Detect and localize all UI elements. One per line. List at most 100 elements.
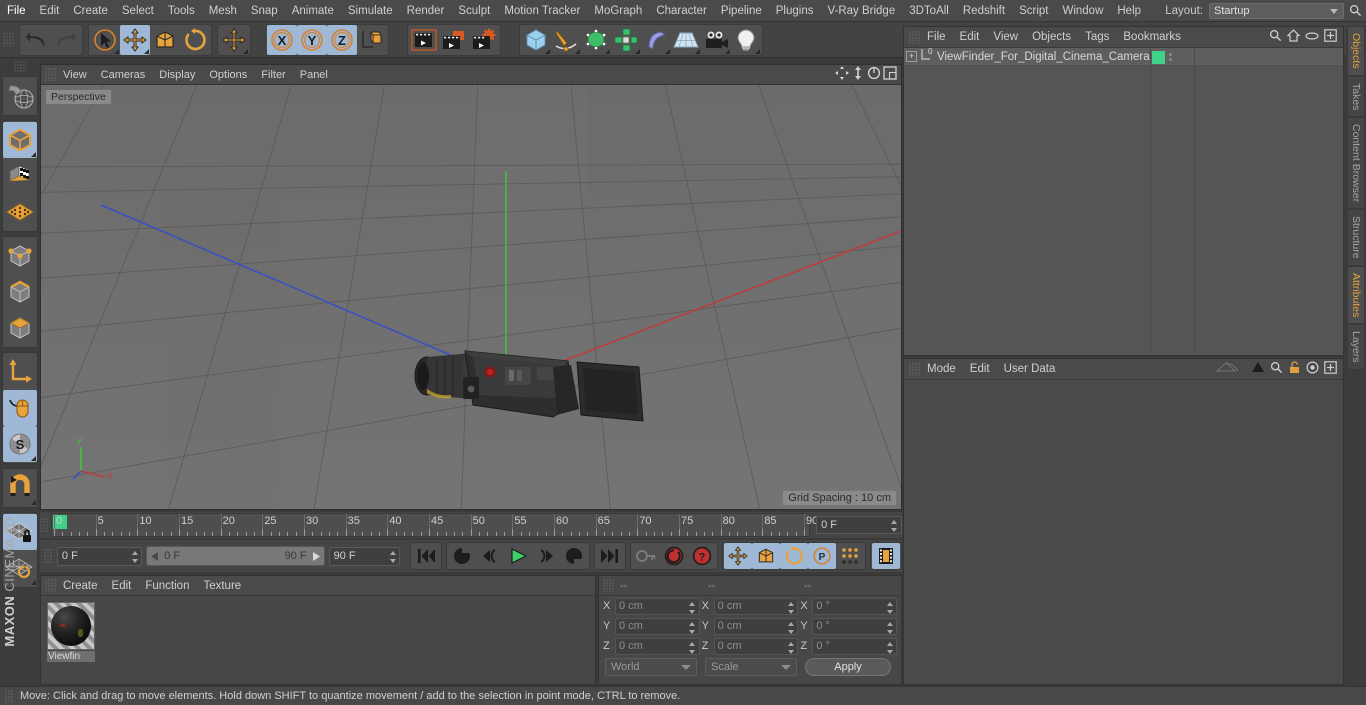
rotation-x-field[interactable]: 0 ° [812, 597, 898, 615]
menu-simulate[interactable]: Simulate [341, 0, 400, 22]
size-y-field[interactable]: 0 cm [713, 617, 799, 635]
enable-axis-button[interactable] [3, 354, 37, 390]
make-editable-button[interactable] [3, 78, 37, 114]
coordinates-grip[interactable] [603, 579, 614, 592]
right-tab-takes[interactable]: Takes [1347, 75, 1365, 118]
menu-select[interactable]: Select [115, 0, 161, 22]
objects-home-icon[interactable] [1286, 29, 1301, 45]
viewport-menu-cameras[interactable]: Cameras [94, 65, 153, 85]
move-axis-button[interactable] [219, 25, 249, 55]
objects-ellipse-icon[interactable] [1305, 31, 1319, 44]
stepper-icon[interactable] [886, 641, 893, 654]
menu-create[interactable]: Create [66, 0, 115, 22]
menu-motion-tracker[interactable]: Motion Tracker [497, 0, 587, 22]
attributes-target-icon[interactable] [1306, 361, 1319, 377]
attributes-pin-up-icon[interactable] [1251, 361, 1265, 377]
right-tab-structure[interactable]: Structure [1347, 209, 1365, 266]
stepper-icon[interactable] [689, 601, 696, 614]
rotation-y-field[interactable]: 0 ° [812, 617, 898, 635]
add-nurbs-button[interactable] [581, 25, 611, 55]
objects-menu-edit[interactable]: Edit [953, 26, 987, 48]
object-row[interactable]: + 0 ViewFinder_For_Digital_Cinema_Camera [904, 47, 1343, 66]
layout-dropdown[interactable]: Startup [1209, 2, 1344, 19]
apply-button[interactable]: Apply [805, 658, 891, 676]
materials-menu-edit[interactable]: Edit [105, 575, 139, 597]
objects-expand-icon[interactable] [1324, 29, 1337, 45]
global-search-icon[interactable] [1344, 0, 1366, 22]
stepper-icon[interactable] [886, 601, 893, 614]
move-tool-button[interactable] [120, 24, 150, 55]
materials-menu-function[interactable]: Function [138, 575, 196, 597]
materials-body[interactable]: Viewfin [41, 596, 595, 668]
object-visibility-dots[interactable] [1169, 53, 1172, 61]
objects-search-icon[interactable] [1269, 29, 1282, 45]
object-material-tag[interactable] [1152, 50, 1165, 64]
menu-character[interactable]: Character [649, 0, 714, 22]
max-frame-field[interactable]: 90 F [328, 546, 400, 566]
attributes-menu-edit[interactable]: Edit [963, 358, 997, 380]
attributes-grip[interactable] [909, 362, 920, 376]
keyframe-selection-button[interactable]: ? [688, 543, 716, 569]
viewport-dolly-icon[interactable] [851, 66, 865, 83]
record-position-button[interactable] [724, 543, 752, 569]
menu-file[interactable]: File [0, 0, 33, 22]
menu-render[interactable]: Render [400, 0, 452, 22]
statusbar-grip[interactable] [5, 689, 14, 703]
attributes-menu-user-data[interactable]: User Data [997, 358, 1063, 380]
soft-selection-button[interactable]: S [3, 426, 37, 462]
lock-z-button[interactable]: Z [327, 24, 357, 55]
objects-menu-objects[interactable]: Objects [1025, 26, 1078, 48]
stepper-icon[interactable] [689, 641, 696, 654]
menu-help[interactable]: Help [1110, 0, 1148, 22]
render-view-button[interactable] [409, 25, 439, 55]
materials-menu-create[interactable]: Create [56, 575, 105, 597]
menu-3dtoall[interactable]: 3DToAll [902, 0, 956, 22]
attributes-body[interactable] [904, 380, 1343, 684]
autokeying-button[interactable] [660, 543, 688, 569]
undo-button[interactable] [21, 25, 51, 55]
menu-tools[interactable]: Tools [161, 0, 202, 22]
add-light-button[interactable] [731, 25, 761, 55]
rotation-z-field[interactable]: 0 ° [812, 637, 898, 655]
add-spline-button[interactable] [551, 25, 581, 55]
edges-mode-button[interactable] [3, 274, 37, 310]
size-z-field[interactable]: 0 cm [713, 637, 799, 655]
viewport-menu-options[interactable]: Options [202, 65, 254, 85]
play-forward-button[interactable] [504, 543, 532, 569]
viewport-menu-view[interactable]: View [56, 65, 94, 85]
material-item[interactable]: Viewfin [47, 602, 95, 662]
go-to-start-button[interactable] [412, 543, 440, 569]
transport-grip[interactable] [44, 549, 53, 563]
attributes-menu-mode[interactable]: Mode [920, 358, 963, 380]
position-x-field[interactable]: 0 cm [615, 597, 700, 615]
objects-grip[interactable] [909, 30, 920, 44]
texture-mode-button[interactable] [3, 158, 37, 194]
viewport-menu-panel[interactable]: Panel [293, 65, 335, 85]
play-loop-button[interactable] [560, 543, 588, 569]
menu-script[interactable]: Script [1012, 0, 1055, 22]
position-z-field[interactable]: 0 cm [615, 637, 700, 655]
add-array-button[interactable] [611, 25, 641, 55]
polygons-mode-button[interactable] [3, 310, 37, 346]
menu-snap[interactable]: Snap [244, 0, 285, 22]
objects-menu-file[interactable]: File [920, 26, 953, 48]
record-pla-button[interactable]: P [808, 543, 836, 569]
workplane-mode-button[interactable] [3, 194, 37, 230]
record-active-objects-button[interactable] [632, 543, 660, 569]
viewfinder-3d-model[interactable] [393, 337, 693, 457]
menu-mesh[interactable]: Mesh [202, 0, 244, 22]
viewport-menu-filter[interactable]: Filter [254, 65, 292, 85]
menu-window[interactable]: Window [1055, 0, 1110, 22]
viewport-pan-icon[interactable] [835, 66, 849, 83]
render-region-button[interactable] [439, 25, 469, 55]
viewport-maximize-icon[interactable] [883, 66, 897, 83]
live-selection-button[interactable] [90, 25, 120, 55]
right-tab-content-browser[interactable]: Content Browser [1347, 117, 1365, 210]
viewport-menu-display[interactable]: Display [152, 65, 202, 85]
record-scale-button[interactable] [752, 543, 780, 569]
record-parameter-button[interactable] [836, 543, 864, 569]
position-y-field[interactable]: 0 cm [615, 617, 700, 635]
objects-menu-bookmarks[interactable]: Bookmarks [1116, 26, 1188, 48]
redo-button[interactable] [51, 25, 81, 55]
stepper-icon[interactable] [886, 621, 893, 634]
